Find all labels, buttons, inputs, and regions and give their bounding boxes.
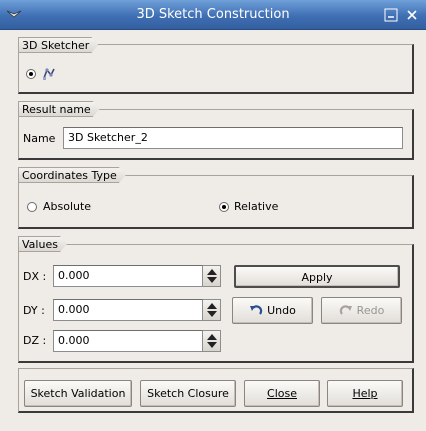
dx-label: DX : — [23, 270, 47, 283]
dy-input[interactable]: 0.000 — [53, 299, 203, 321]
values-group-title: Values — [18, 236, 67, 252]
absolute-label: Absolute — [43, 200, 92, 213]
sketcher-3d-icon — [43, 68, 55, 80]
coords-group-title: Coordinates Type — [18, 167, 126, 183]
dx-input[interactable]: 0.000 — [53, 265, 203, 287]
result-group-title: Result name — [18, 101, 100, 117]
sketcher-group-title: 3D Sketcher — [18, 37, 98, 53]
absolute-radio[interactable] — [27, 202, 37, 212]
close-icon[interactable] — [405, 8, 419, 22]
sketch-validation-button[interactable]: Sketch Validation — [24, 380, 132, 407]
redo-label: Redo — [356, 304, 385, 317]
close-button[interactable]: Close — [244, 380, 320, 407]
window-title: 3D Sketch Construction — [136, 7, 290, 22]
minimize-icon[interactable] — [384, 8, 398, 22]
undo-label: Undo — [267, 304, 296, 317]
dz-spinner[interactable] — [203, 330, 221, 352]
sketch-closure-button[interactable]: Sketch Closure — [140, 380, 236, 407]
relative-label: Relative — [234, 200, 279, 213]
help-button[interactable]: Help — [327, 380, 403, 407]
dz-input[interactable]: 0.000 — [53, 330, 203, 352]
redo-icon — [339, 305, 352, 315]
window-titlebar[interactable]: 3D Sketch Construction — [0, 0, 426, 30]
redo-button[interactable]: Redo — [321, 297, 402, 324]
undo-button[interactable]: Undo — [232, 297, 313, 324]
sketcher-radio[interactable] — [26, 69, 36, 79]
undo-icon — [250, 305, 263, 315]
dy-spinner[interactable] — [203, 299, 221, 321]
relative-radio[interactable] — [219, 202, 229, 212]
apply-button[interactable]: Apply — [234, 265, 400, 288]
dy-label: DY : — [23, 304, 45, 317]
name-label: Name — [23, 132, 56, 145]
name-input[interactable]: 3D Sketcher_2 — [63, 127, 403, 149]
dz-label: DZ : — [23, 334, 47, 347]
dx-spinner[interactable] — [203, 265, 221, 287]
